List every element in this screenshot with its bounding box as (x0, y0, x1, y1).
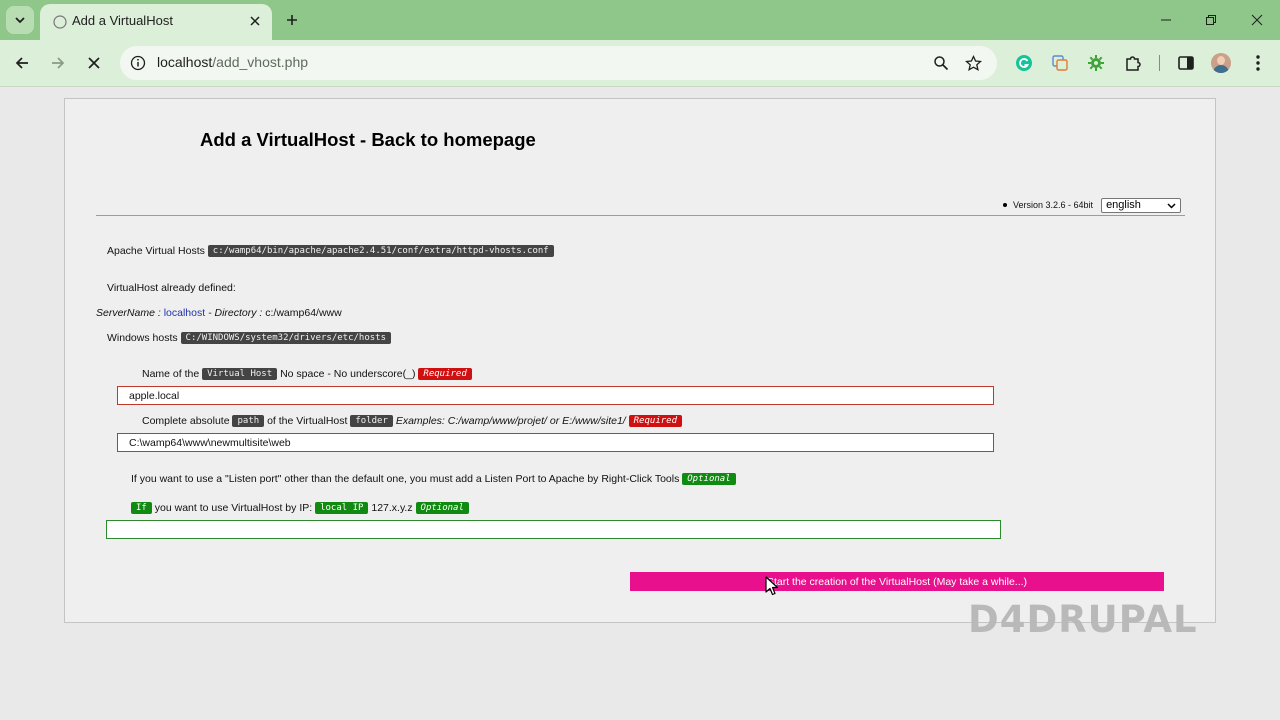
required-badge: Required (418, 368, 472, 381)
active-tab[interactable]: Add a VirtualHost (40, 4, 272, 40)
required-badge: Required (628, 415, 682, 428)
vhost-path-label-row: Complete absolute path of the VirtualHos… (142, 415, 682, 428)
kebab-menu-icon (1256, 55, 1260, 71)
already-defined-label: VirtualHost already defined: (107, 282, 236, 294)
copy-icon (1052, 55, 1068, 71)
windows-hosts-path: C:/WINDOWS/system32/drivers/etc/hosts (180, 332, 392, 345)
tab-title: Add a VirtualHost (72, 13, 173, 28)
avatar-face (1217, 56, 1225, 65)
tab-bar: Add a VirtualHost (0, 0, 1280, 40)
puzzle-icon (1126, 56, 1141, 71)
star-icon (964, 54, 982, 71)
ip-if-badge: If (131, 502, 152, 515)
window-close-button[interactable] (1247, 10, 1267, 30)
side-panel-button[interactable] (1175, 52, 1197, 74)
vhost-path-examples: Examples: C:/wamp/www/projet/ or E:/www/… (395, 415, 626, 427)
url-text: localhost/add_vhost.php (157, 54, 308, 70)
profile-avatar[interactable] (1211, 53, 1231, 73)
arrow-right-icon (52, 57, 65, 69)
content-panel: Add a VirtualHost - Back to homepage Ver… (64, 98, 1216, 623)
url-path: /add_vhost.php (212, 54, 309, 70)
windows-hosts-row: Windows hosts C:/WINDOWS/system32/driver… (107, 332, 392, 345)
server-name-label: ServerName : (96, 307, 161, 319)
info-icon (130, 55, 146, 71)
browser-toolbar: localhost/add_vhost.php (0, 40, 1280, 86)
version-row: Version 3.2.6 - 64bit english (1003, 197, 1182, 213)
divider (96, 215, 1185, 216)
vhost-path-input[interactable]: C:\wamp64\www\newmultisite\web (117, 433, 994, 452)
new-tab-button[interactable] (282, 10, 302, 30)
vhost-path-label-mid: of the VirtualHost (267, 415, 348, 427)
vhost-name-label-code: Virtual Host (202, 368, 278, 381)
avatar-body (1213, 65, 1229, 73)
ip-code: local IP (315, 502, 369, 515)
ip-example: 127.x.y.z (371, 502, 413, 514)
magnifier-icon (934, 56, 949, 71)
apache-vhosts-path: c:/wamp64/bin/apache/apache2.4.51/conf/e… (207, 245, 554, 258)
address-bar[interactable]: localhost/add_vhost.php (120, 46, 997, 80)
bug-gear-icon (1088, 55, 1104, 71)
start-creation-button[interactable]: Start the creation of the VirtualHost (M… (630, 572, 1164, 591)
directory-label: - Directory : (208, 307, 263, 319)
optional-badge: Optional (415, 502, 469, 515)
plus-icon (287, 15, 297, 25)
version-text: Version 3.2.6 - 64bit (1013, 200, 1094, 210)
extensions-button[interactable] (1122, 52, 1144, 74)
windows-hosts-label: Windows hosts (107, 332, 178, 344)
server-name-row: ServerName : localhost - Directory : c:/… (96, 307, 342, 319)
chevron-down-icon (1167, 202, 1176, 209)
close-icon (250, 16, 260, 26)
back-button[interactable] (10, 51, 34, 75)
close-icon (88, 57, 100, 69)
page-viewport: Add a VirtualHost - Back to homepage Ver… (0, 86, 1280, 720)
listen-port-row: If you want to use a "Listen port" other… (131, 473, 736, 486)
tab-close-button[interactable] (246, 12, 264, 30)
vhost-name-label-pre: Name of the (142, 368, 200, 380)
minimize-icon (1161, 19, 1171, 21)
side-panel-icon (1178, 56, 1194, 70)
restore-icon (1206, 15, 1216, 25)
bookmark-button[interactable] (963, 53, 983, 73)
bullet-dot (1003, 203, 1007, 207)
grammarly-extension-button[interactable] (1013, 52, 1035, 74)
close-icon (1251, 14, 1263, 26)
vhost-name-label-row: Name of the Virtual Host No space - No u… (142, 368, 472, 381)
language-select[interactable]: english (1101, 197, 1182, 213)
apache-vhosts-label: Apache Virtual Hosts (107, 245, 205, 257)
restore-button[interactable] (1201, 10, 1221, 30)
vhost-path-label-pre: Complete absolute (142, 415, 230, 427)
forward-button[interactable] (46, 51, 70, 75)
url-host: localhost (157, 54, 213, 70)
grammarly-icon (1016, 55, 1032, 71)
ip-text: you want to use VirtualHost by IP: (154, 502, 313, 514)
tab-search-button[interactable] (6, 6, 34, 34)
optional-badge: Optional (682, 473, 736, 486)
browser-menu-button[interactable] (1247, 52, 1269, 74)
site-info-button[interactable] (128, 53, 148, 73)
watermark-logo: D4DRUPAL (968, 598, 1198, 641)
vhost-path-label-code: path (232, 415, 265, 428)
vhost-name-label-post: No space - No underscore(_) (280, 368, 416, 380)
arrow-left-icon (15, 57, 28, 69)
bug-extension-button[interactable] (1085, 52, 1107, 74)
vhost-name-input[interactable]: apple.local (117, 386, 994, 405)
chevron-down-icon (15, 17, 25, 24)
directory-value: c:/wamp64/www (265, 307, 342, 319)
copy-extension-button[interactable] (1049, 52, 1071, 74)
toolbar-separator (1159, 55, 1160, 71)
apache-vhosts-row: Apache Virtual Hosts c:/wamp64/bin/apach… (107, 245, 554, 258)
mouse-cursor-icon (765, 576, 779, 596)
server-name-value: localhost (163, 307, 206, 319)
minimize-button[interactable] (1156, 10, 1176, 30)
vhost-path-label-code2: folder (350, 415, 393, 428)
language-selected: english (1106, 199, 1141, 211)
vhost-ip-row: If you want to use VirtualHost by IP: lo… (131, 502, 469, 515)
stop-loading-button[interactable] (82, 51, 106, 75)
page-title[interactable]: Add a VirtualHost - Back to homepage (200, 129, 536, 151)
globe-icon (53, 15, 67, 29)
zoom-button[interactable] (931, 53, 951, 73)
start-creation-label: Start the creation of the VirtualHost (M… (766, 575, 1028, 588)
vhost-ip-input[interactable] (106, 520, 1001, 539)
listen-port-text: If you want to use a "Listen port" other… (131, 473, 680, 485)
